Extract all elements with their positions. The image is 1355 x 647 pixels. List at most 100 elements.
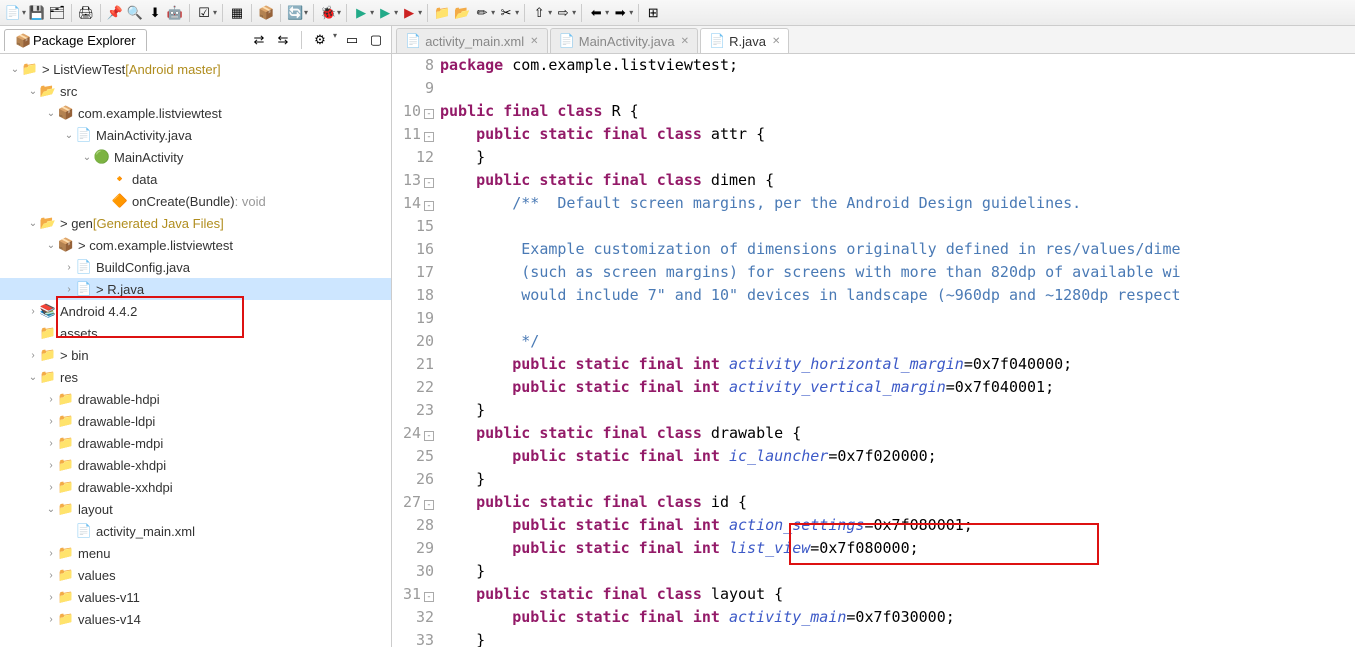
tree-item[interactable]: ›📄> R.java <box>0 278 391 300</box>
tree-item[interactable]: ›📁values <box>0 564 391 586</box>
fold-icon[interactable]: - <box>424 201 434 211</box>
chevron-right-icon[interactable]: › <box>44 394 58 405</box>
tree-item[interactable]: 🔸data <box>0 168 391 190</box>
debug-icon[interactable]: 🐞 <box>319 4 337 22</box>
code-line[interactable]: public static final class dimen { <box>440 169 1355 192</box>
editor-tab[interactable]: 📄R.java✕ <box>700 28 789 53</box>
chevron-down-icon[interactable]: ⌄ <box>44 504 58 515</box>
tree-item[interactable]: ›📚Android 4.4.2 <box>0 300 391 322</box>
file-tree[interactable]: ⌄📁> ListViewTest [Android master]⌄📂src⌄📦… <box>0 54 391 647</box>
code-line[interactable] <box>440 307 1355 330</box>
editor-tab[interactable]: 📄MainActivity.java✕ <box>550 28 698 53</box>
nav-up-icon[interactable]: ⇧ <box>530 4 548 22</box>
code-line[interactable]: public static final int list_view=0x7f08… <box>440 537 1355 560</box>
code-line[interactable]: public static final class attr { <box>440 123 1355 146</box>
tree-item[interactable]: ⌄📂src <box>0 80 391 102</box>
code-line[interactable]: public static final int activity_vertica… <box>440 376 1355 399</box>
chevron-right-icon[interactable]: › <box>44 614 58 625</box>
tree-item[interactable]: 📄activity_main.xml <box>0 520 391 542</box>
tree-item[interactable]: ›📁values-v14 <box>0 608 391 630</box>
tree-item[interactable]: ›📁drawable-ldpi <box>0 410 391 432</box>
tree-item[interactable]: ›📁drawable-xhdpi <box>0 454 391 476</box>
code-line[interactable]: Example customization of dimensions orig… <box>440 238 1355 261</box>
minimize-icon[interactable]: ▭ <box>343 31 361 49</box>
wand-icon[interactable]: ✏ <box>473 4 491 22</box>
tree-item[interactable]: ⌄🟢MainActivity <box>0 146 391 168</box>
forward-icon[interactable]: ➡ <box>611 4 629 22</box>
editor-tab[interactable]: 📄activity_main.xml✕ <box>396 28 548 53</box>
check-icon[interactable]: ☑ <box>195 4 213 22</box>
tree-item[interactable]: ›📁> bin <box>0 344 391 366</box>
tree-item[interactable]: ⌄📁res <box>0 366 391 388</box>
tree-item[interactable]: ›📁drawable-mdpi <box>0 432 391 454</box>
code-line[interactable]: public static final int activity_main=0x… <box>440 606 1355 629</box>
tree-item[interactable]: 🔶onCreate(Bundle) : void <box>0 190 391 212</box>
chevron-down-icon[interactable]: ⌄ <box>26 218 40 229</box>
code-content[interactable]: package com.example.listviewtest; public … <box>440 54 1355 647</box>
tree-item[interactable]: ›📁menu <box>0 542 391 564</box>
back-icon[interactable]: ⬅ <box>587 4 605 22</box>
close-icon[interactable]: ✕ <box>772 36 780 47</box>
code-line[interactable] <box>440 77 1355 100</box>
code-line[interactable]: would include 7" and 10" devices in land… <box>440 284 1355 307</box>
code-line[interactable]: public static final int action_settings=… <box>440 514 1355 537</box>
chevron-right-icon[interactable]: › <box>62 284 76 295</box>
fold-icon[interactable]: - <box>424 592 434 602</box>
saveall-icon[interactable]: 🗂 <box>48 4 66 22</box>
code-line[interactable]: public static final class id { <box>440 491 1355 514</box>
code-line[interactable]: public static final int activity_horizon… <box>440 353 1355 376</box>
chevron-right-icon[interactable]: › <box>44 416 58 427</box>
code-line[interactable]: package com.example.listviewtest; <box>440 54 1355 77</box>
filter-icon[interactable]: ⚙ <box>311 31 329 49</box>
chevron-down-icon[interactable]: ⌄ <box>80 152 94 163</box>
chevron-down-icon[interactable]: ⌄ <box>44 240 58 251</box>
chevron-down-icon[interactable]: ⌄ <box>44 108 58 119</box>
code-line[interactable]: public static final class layout { <box>440 583 1355 606</box>
code-line[interactable]: } <box>440 146 1355 169</box>
chevron-right-icon[interactable]: › <box>62 262 76 273</box>
tree-item[interactable]: ⌄📦com.example.listviewtest <box>0 102 391 124</box>
new-icon[interactable]: 📄 <box>4 4 22 22</box>
run-icon[interactable]: ▶ <box>352 4 370 22</box>
chevron-right-icon[interactable]: › <box>44 548 58 559</box>
chevron-right-icon[interactable]: › <box>44 482 58 493</box>
run-last-icon[interactable]: ▶ <box>400 4 418 22</box>
tree-item[interactable]: ⌄📁layout <box>0 498 391 520</box>
maximize-icon[interactable]: ▢ <box>367 31 385 49</box>
chevron-right-icon[interactable]: › <box>44 460 58 471</box>
chevron-right-icon[interactable]: › <box>44 438 58 449</box>
chevron-right-icon[interactable]: › <box>44 570 58 581</box>
chevron-right-icon[interactable]: › <box>26 350 40 361</box>
tree-item[interactable]: ›📁values-v11 <box>0 586 391 608</box>
folder2-icon[interactable]: 📂 <box>453 4 471 22</box>
code-line[interactable]: } <box>440 629 1355 647</box>
fold-icon[interactable]: - <box>424 431 434 441</box>
outline-icon[interactable]: ▦ <box>228 4 246 22</box>
run-ext-icon[interactable]: ▶ <box>376 4 394 22</box>
chevron-down-icon[interactable]: ⌄ <box>26 86 40 97</box>
close-icon[interactable]: ✕ <box>681 36 689 47</box>
chevron-down-icon[interactable]: ⌄ <box>8 64 22 75</box>
code-line[interactable]: } <box>440 560 1355 583</box>
package-icon[interactable]: 📦 <box>257 4 275 22</box>
tree-item[interactable]: ›📄BuildConfig.java <box>0 256 391 278</box>
tree-item[interactable]: ›📁drawable-xxhdpi <box>0 476 391 498</box>
close-icon[interactable]: ✕ <box>530 36 538 47</box>
search-icon[interactable]: 🔍 <box>126 4 144 22</box>
pin-icon[interactable]: 📌 <box>106 4 124 22</box>
tree-item[interactable]: ⌄📁> ListViewTest [Android master] <box>0 58 391 80</box>
download-icon[interactable]: ⬇ <box>146 4 164 22</box>
tree-item[interactable]: ›📁drawable-hdpi <box>0 388 391 410</box>
code-editor[interactable]: 8910-11-1213-14-15161718192021222324-252… <box>392 54 1355 647</box>
explorer-tab[interactable]: 📦 Package Explorer <box>4 29 147 51</box>
refresh-icon[interactable]: 🔄 <box>286 4 304 22</box>
chevron-down-icon[interactable]: ⌄ <box>26 372 40 383</box>
android-icon[interactable]: 🤖 <box>166 4 184 22</box>
link-icon[interactable]: ⇆ <box>274 31 292 49</box>
perspective-icon[interactable]: ⊞ <box>644 4 662 22</box>
tree-item[interactable]: ⌄📄MainActivity.java <box>0 124 391 146</box>
code-line[interactable]: */ <box>440 330 1355 353</box>
tree-item[interactable]: ⌄📦> com.example.listviewtest <box>0 234 391 256</box>
print-icon[interactable]: 🖨 <box>77 4 95 22</box>
tree-item[interactable]: 📁assets <box>0 322 391 344</box>
